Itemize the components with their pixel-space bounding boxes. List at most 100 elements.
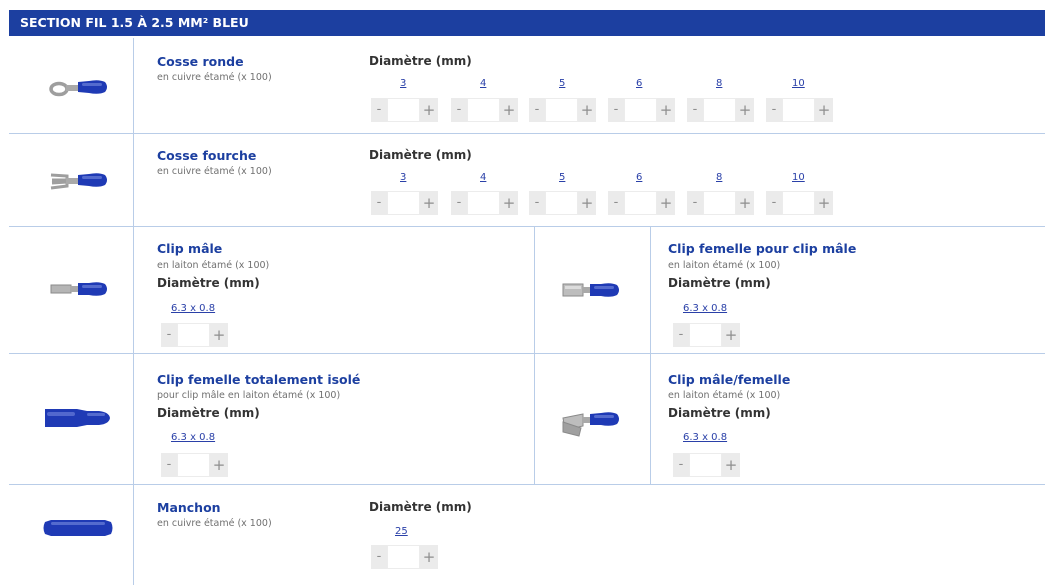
decrement-button[interactable]: - [529, 98, 545, 122]
product-row-cosse-ronde: Cosse ronde en cuivre étamé (x 100) Diam… [9, 38, 1045, 134]
product-row-clips: Clip mâle en laiton étamé (x 100) Diamèt… [9, 227, 1045, 354]
row-divider [133, 354, 134, 484]
increment-button[interactable]: + [815, 98, 833, 122]
butt-splice-image [43, 520, 113, 536]
increment-button[interactable]: + [420, 545, 438, 569]
increment-button[interactable]: + [210, 453, 228, 477]
decrement-button[interactable]: - [161, 323, 177, 347]
product-title: Cosse fourche [157, 148, 257, 163]
size-option-link[interactable]: 8 [716, 78, 722, 89]
quantity-input[interactable] [467, 98, 500, 122]
quantity-stepper: - + [673, 323, 740, 347]
increment-button[interactable]: + [210, 323, 228, 347]
decrement-button[interactable]: - [451, 98, 467, 122]
quantity-input[interactable] [387, 191, 420, 215]
quantity-input[interactable] [782, 191, 815, 215]
quantity-input[interactable] [624, 191, 657, 215]
size-option-link[interactable]: 5 [559, 172, 565, 183]
diameter-label: Diamètre (mm) [369, 500, 472, 514]
quantity-input[interactable] [782, 98, 815, 122]
increment-button[interactable]: + [578, 98, 596, 122]
size-option-link[interactable]: 6 [636, 78, 642, 89]
product-subtitle: en cuivre étamé (x 100) [157, 72, 272, 83]
increment-button[interactable]: + [420, 191, 438, 215]
increment-button[interactable]: + [815, 191, 833, 215]
size-option-link[interactable]: 6 [636, 172, 642, 183]
quantity-input[interactable] [689, 323, 722, 347]
increment-button[interactable]: + [736, 191, 754, 215]
decrement-button[interactable]: - [451, 191, 467, 215]
increment-button[interactable]: + [420, 98, 438, 122]
decrement-button[interactable]: - [687, 191, 703, 215]
product-row-clips-insulated: Clip femelle totalement isolé pour clip … [9, 354, 1045, 485]
decrement-button[interactable]: - [608, 98, 624, 122]
quantity-stepper: - + [371, 191, 438, 215]
column-divider [534, 227, 535, 353]
decrement-button[interactable]: - [608, 191, 624, 215]
decrement-button[interactable]: - [766, 98, 782, 122]
quantity-stepper: - + [687, 98, 754, 122]
quantity-input[interactable] [703, 98, 736, 122]
decrement-button[interactable]: - [673, 323, 689, 347]
size-option-link[interactable]: 5 [559, 78, 565, 89]
product-title: Cosse ronde [157, 54, 244, 69]
quantity-input[interactable] [545, 191, 578, 215]
size-option-link[interactable]: 6.3 x 0.8 [171, 432, 215, 443]
decrement-button[interactable]: - [766, 191, 782, 215]
increment-button[interactable]: + [657, 98, 675, 122]
increment-button[interactable]: + [657, 191, 675, 215]
product-row-cosse-fourche: Cosse fourche en cuivre étamé (x 100) Di… [9, 134, 1045, 227]
size-option-link[interactable]: 10 [792, 172, 805, 183]
diameter-label: Diamètre (mm) [668, 276, 771, 290]
size-option-link[interactable]: 4 [480, 78, 486, 89]
quantity-input[interactable] [703, 191, 736, 215]
increment-button[interactable]: + [500, 98, 518, 122]
increment-button[interactable]: + [578, 191, 596, 215]
size-option-link[interactable]: 6.3 x 0.8 [171, 303, 215, 314]
quantity-input[interactable] [689, 453, 722, 477]
diameter-label: Diamètre (mm) [369, 54, 472, 68]
size-option-link[interactable]: 10 [792, 78, 805, 89]
quantity-input[interactable] [545, 98, 578, 122]
quantity-input[interactable] [467, 191, 500, 215]
quantity-input[interactable] [387, 545, 420, 569]
row-divider [650, 354, 651, 484]
row-divider [133, 485, 134, 585]
decrement-button[interactable]: - [161, 453, 177, 477]
decrement-button[interactable]: - [529, 191, 545, 215]
increment-button[interactable]: + [736, 98, 754, 122]
quantity-input[interactable] [387, 98, 420, 122]
increment-button[interactable]: + [722, 453, 740, 477]
product-title: Clip femelle totalement isolé [157, 372, 361, 387]
decrement-button[interactable]: - [371, 98, 387, 122]
male-clip-image [50, 282, 107, 296]
quantity-stepper: - + [371, 545, 438, 569]
quantity-stepper: - + [608, 98, 675, 122]
increment-button[interactable]: + [500, 191, 518, 215]
decrement-button[interactable]: - [371, 545, 387, 569]
product-title: Manchon [157, 500, 221, 515]
quantity-input[interactable] [177, 323, 210, 347]
decrement-button[interactable]: - [687, 98, 703, 122]
female-clip-image [562, 283, 619, 297]
size-option-link[interactable]: 6.3 x 0.8 [683, 303, 727, 314]
size-option-link[interactable]: 25 [395, 526, 408, 537]
quantity-stepper: - + [161, 323, 228, 347]
size-option-link[interactable]: 3 [400, 78, 406, 89]
quantity-stepper: - + [529, 191, 596, 215]
quantity-stepper: - + [371, 98, 438, 122]
decrement-button[interactable]: - [371, 191, 387, 215]
decrement-button[interactable]: - [673, 453, 689, 477]
quantity-input[interactable] [624, 98, 657, 122]
increment-button[interactable]: + [722, 323, 740, 347]
size-option-link[interactable]: 6.3 x 0.8 [683, 432, 727, 443]
size-option-link[interactable]: 4 [480, 172, 486, 183]
size-option-link[interactable]: 3 [400, 172, 406, 183]
quantity-input[interactable] [177, 453, 210, 477]
size-option-link[interactable]: 8 [716, 172, 722, 183]
quantity-stepper: - + [766, 191, 833, 215]
quantity-stepper: - + [451, 191, 518, 215]
product-title: Clip mâle/femelle [668, 372, 791, 387]
quantity-stepper: - + [161, 453, 228, 477]
diameter-label: Diamètre (mm) [157, 406, 260, 420]
